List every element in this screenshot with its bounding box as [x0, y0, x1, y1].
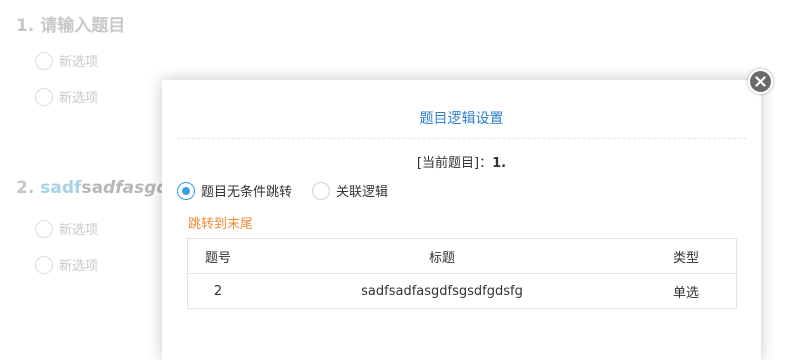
logic-type-group: 题目无条件跳转 关联逻辑	[177, 181, 408, 200]
option-label: 新选项	[59, 91, 99, 106]
radio-checked-icon[interactable]	[177, 181, 195, 200]
modal-divider	[177, 138, 746, 139]
radio-circle-icon[interactable]	[35, 51, 53, 70]
question-2-title: 2. sadfsadfasgd	[16, 178, 169, 198]
radio-circle-icon[interactable]	[35, 87, 53, 106]
modal-title: 题目逻辑设置	[419, 111, 504, 127]
question-2-text-part2: sa	[81, 178, 104, 198]
question-1-option-2[interactable]: 新选项	[35, 87, 98, 106]
question-2-number: 2.	[16, 178, 35, 198]
question-2-option-2[interactable]: 新选项	[35, 255, 98, 274]
question-table: 题号 标题 类型 2 sadfsadfasgdfsgsdfgdsfg 单选	[187, 238, 737, 309]
question-1-title: 1. 请输入题目	[16, 11, 125, 36]
close-icon	[755, 76, 766, 87]
question-1-number: 1.	[16, 16, 35, 36]
question-2-text-part1: sadf	[40, 178, 82, 198]
radio-circle-icon[interactable]	[35, 255, 53, 274]
cell-title: sadfsadfasgdfsgsdfgdsfg	[248, 273, 636, 309]
option-label: 新选项	[59, 55, 99, 70]
logic-settings-modal: 题目逻辑设置 [当前题目]：1. 题目无条件跳转 关联逻辑 跳转到末尾 题号 标…	[162, 80, 761, 360]
option-label: 新选项	[59, 223, 99, 238]
question-1: 1. 请输入题目	[16, 11, 125, 36]
table-header-row: 题号 标题 类型	[187, 238, 737, 274]
question-2-option-1[interactable]: 新选项	[35, 219, 98, 238]
cell-number: 2	[187, 273, 248, 309]
current-question: [当前题目]：1.	[162, 152, 761, 171]
radio-unchecked-icon[interactable]	[312, 181, 331, 200]
question-1-text: 请输入题目	[40, 16, 126, 36]
radio-unconditional-jump[interactable]: 题目无条件跳转	[177, 181, 292, 200]
cell-type: 单选	[636, 273, 737, 309]
table-row[interactable]: 2 sadfsadfasgdfsgsdfgdsfg 单选	[187, 273, 737, 309]
column-header-title: 标题	[248, 238, 636, 274]
radio-unconditional-label: 题目无条件跳转	[201, 185, 293, 200]
current-question-label: [当前题目]：	[416, 156, 493, 171]
option-label: 新选项	[59, 259, 99, 274]
radio-related-logic[interactable]: 关联逻辑	[312, 181, 388, 200]
radio-circle-icon[interactable]	[35, 219, 53, 238]
jump-to-end-link[interactable]: 跳转到末尾	[188, 213, 253, 232]
question-1-option-1[interactable]: 新选项	[35, 51, 98, 70]
current-question-value: 1.	[492, 156, 507, 171]
close-button[interactable]	[748, 69, 773, 94]
question-2: 2. sadfsadfasgd	[16, 178, 169, 198]
question-2-text-part3: dfasgd	[103, 178, 169, 198]
column-header-type: 类型	[636, 238, 737, 274]
column-header-number: 题号	[187, 238, 248, 274]
radio-related-label: 关联逻辑	[336, 185, 389, 200]
